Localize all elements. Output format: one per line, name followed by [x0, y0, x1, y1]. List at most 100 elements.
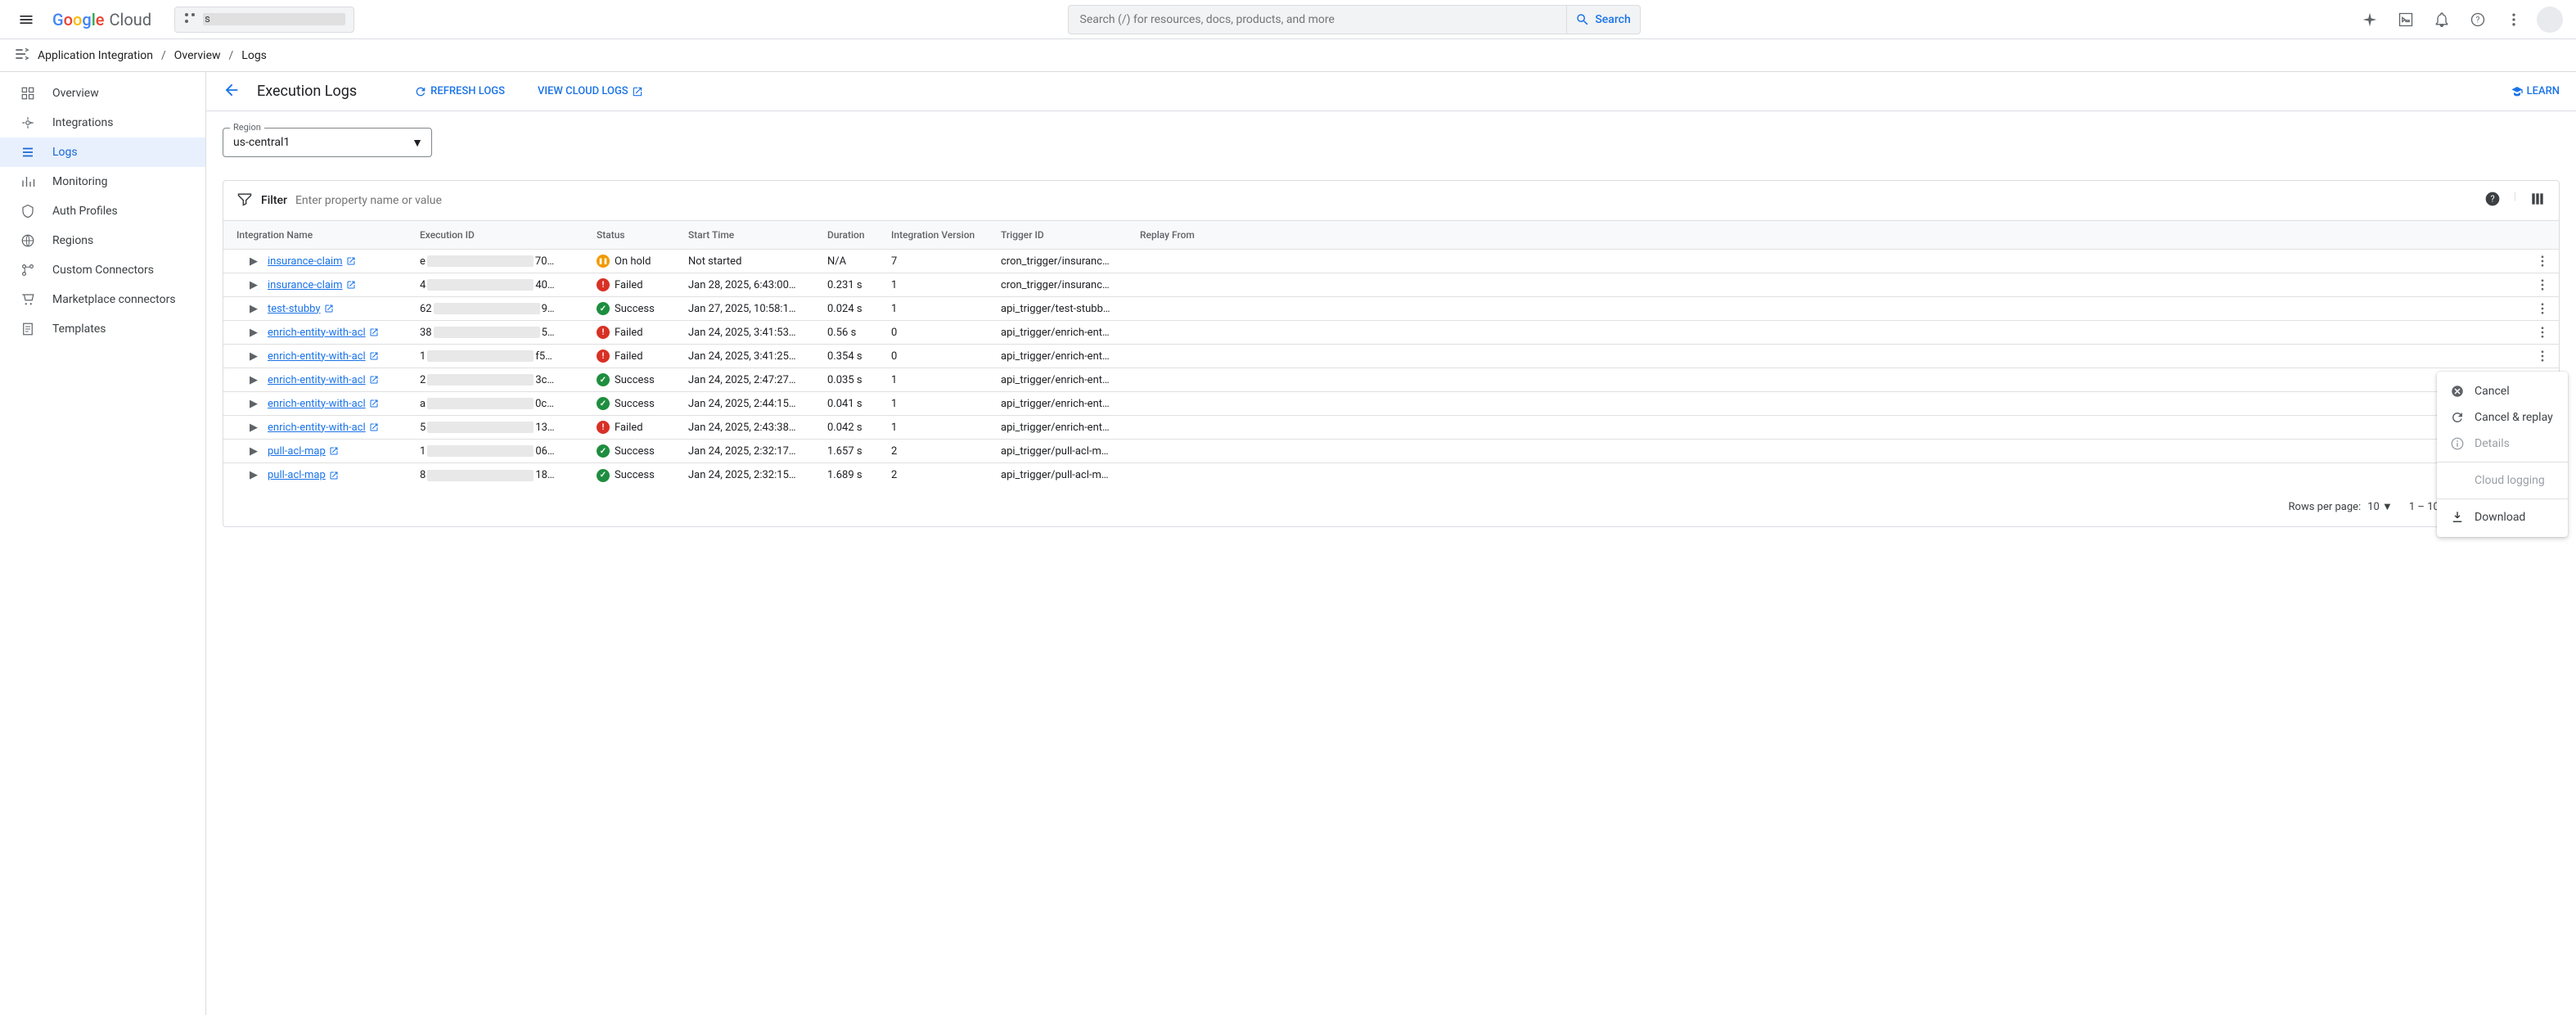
search-input[interactable] — [1069, 13, 1566, 26]
col-header-ver[interactable]: Integration Version — [891, 229, 1001, 241]
row-more-icon[interactable] — [2526, 325, 2559, 340]
sidebar-item-auth[interactable]: Auth Profiles — [0, 196, 205, 226]
logs-table: Filter ? | Integration Name Execution ID… — [223, 180, 2560, 527]
cart-icon — [20, 292, 36, 307]
expand-icon[interactable]: ▶ — [250, 469, 263, 481]
sidebar-item-marketplace[interactable]: Marketplace connectors — [0, 285, 205, 314]
sidebar-item-regions[interactable]: Regions — [0, 226, 205, 255]
col-header-start[interactable]: Start Time — [688, 229, 827, 241]
sidebar-item-monitoring[interactable]: Monitoring — [0, 167, 205, 196]
external-link-icon — [369, 399, 379, 408]
col-header-status[interactable]: Status — [597, 229, 688, 241]
google-cloud-logo[interactable]: Google Cloud — [52, 10, 151, 29]
hamburger-menu-icon[interactable] — [7, 0, 46, 39]
help-icon[interactable]: ? — [2461, 3, 2494, 36]
integration-link[interactable]: enrich-entity-with-acl — [268, 398, 379, 410]
table-row: ▶enrich-entity-with-acl 513…!FailedJan 2… — [223, 416, 2559, 440]
sidebar-item-integrations[interactable]: Integrations — [0, 108, 205, 138]
project-selector[interactable]: s — [174, 7, 354, 33]
avatar[interactable] — [2537, 7, 2563, 33]
external-link-icon — [369, 351, 379, 361]
filter-input[interactable] — [295, 194, 2476, 207]
expand-icon[interactable]: ▶ — [250, 327, 263, 339]
integration-link[interactable]: insurance-claim — [268, 279, 356, 291]
expand-icon[interactable]: ▶ — [250, 445, 263, 458]
pagination: Rows per page: 10 ▼ 1 – 10 of many — [223, 487, 2559, 526]
row-more-icon[interactable] — [2526, 349, 2559, 363]
status-icon: ✓ — [597, 469, 610, 482]
integration-link[interactable]: insurance-claim — [268, 255, 356, 268]
expand-icon[interactable]: ▶ — [250, 255, 263, 268]
breadcrumb-overview[interactable]: Overview — [174, 49, 221, 62]
filter-icon[interactable] — [236, 191, 253, 210]
row-more-icon[interactable] — [2526, 277, 2559, 292]
integration-link[interactable]: enrich-entity-with-acl — [268, 350, 379, 363]
external-link-icon — [369, 327, 379, 337]
trigger-cell: api_trigger/enrich-ent… — [1001, 374, 1140, 386]
gemini-icon[interactable] — [2353, 3, 2386, 36]
integration-link[interactable]: enrich-entity-with-acl — [268, 422, 379, 434]
col-header-dur[interactable]: Duration — [827, 229, 891, 241]
external-link-icon — [632, 86, 643, 97]
status-icon: ! — [597, 350, 610, 363]
expand-icon[interactable]: ▶ — [250, 374, 263, 386]
integration-link[interactable]: enrich-entity-with-acl — [268, 374, 379, 386]
more-vert-icon[interactable] — [2497, 3, 2530, 36]
status-icon: ✓ — [597, 302, 610, 315]
start-time-cell: Jan 24, 2025, 2:43:38… — [688, 422, 827, 434]
external-link-icon — [329, 471, 339, 480]
row-more-icon[interactable] — [2526, 254, 2559, 268]
duration-cell: 0.231 s — [827, 279, 891, 291]
expand-icon[interactable]: ▶ — [250, 350, 263, 363]
col-header-trig[interactable]: Trigger ID — [1001, 229, 1140, 241]
start-time-cell: Jan 27, 2025, 10:58:1… — [688, 303, 827, 315]
col-header-name[interactable]: Integration Name — [223, 229, 420, 241]
rpp-select[interactable]: 10 ▼ — [2367, 500, 2393, 513]
start-time-cell: Jan 28, 2025, 6:43:00… — [688, 279, 827, 291]
table-row: ▶insurance-claim 440…!FailedJan 28, 2025… — [223, 273, 2559, 297]
integration-link[interactable]: enrich-entity-with-acl — [268, 327, 379, 339]
download-icon — [2450, 510, 2465, 525]
integration-link[interactable]: test-stubby — [268, 303, 334, 315]
notifications-icon[interactable] — [2425, 3, 2458, 36]
trigger-cell: api_trigger/pull-acl-m… — [1001, 469, 1140, 481]
expand-icon[interactable]: ▶ — [250, 303, 263, 315]
col-header-replay[interactable]: Replay From — [1140, 229, 2526, 241]
sidebar-item-overview[interactable]: Overview — [0, 79, 205, 108]
cloud-shell-icon[interactable] — [2389, 3, 2422, 36]
learn-button[interactable]: LEARN — [2511, 85, 2560, 98]
region-select[interactable]: Region us-central1 ▼ — [223, 128, 432, 157]
learn-label: LEARN — [2527, 85, 2560, 97]
row-more-icon[interactable] — [2526, 301, 2559, 316]
trigger-cell: api_trigger/enrich-ent… — [1001, 398, 1140, 410]
view-cloud-logs-button[interactable]: VIEW CLOUD LOGS — [538, 85, 643, 97]
status-icon: ! — [597, 421, 610, 434]
menu-cancel-replay[interactable]: Cancel & replay — [2437, 404, 2568, 431]
expand-icon[interactable]: ▶ — [250, 279, 263, 291]
table-header: Integration Name Execution ID Status Sta… — [223, 220, 2559, 250]
back-arrow-icon[interactable] — [223, 81, 241, 102]
menu-download[interactable]: Download — [2437, 504, 2568, 530]
rpp-label: Rows per page: — [2289, 501, 2362, 513]
expand-icon[interactable]: ▶ — [250, 398, 263, 410]
sidebar-item-logs[interactable]: Logs — [0, 138, 205, 167]
execution-id-cell: 629… — [420, 303, 597, 315]
refresh-logs-button[interactable]: REFRESH LOGS — [414, 85, 505, 98]
menu-cancel[interactable]: Cancel — [2437, 378, 2568, 404]
integration-link[interactable]: pull-acl-map — [268, 469, 339, 481]
status-cell: !Failed — [597, 421, 688, 434]
status-cell: !Failed — [597, 350, 688, 363]
integration-link[interactable]: pull-acl-map — [268, 445, 339, 458]
sidebar-item-templates[interactable]: Templates — [0, 314, 205, 344]
sidebar-item-custom-connectors[interactable]: Custom Connectors — [0, 255, 205, 285]
filter-row: Filter ? | — [223, 181, 2559, 220]
expand-icon[interactable]: ▶ — [250, 422, 263, 434]
filter-help-icon[interactable]: ? — [2484, 191, 2501, 210]
execution-id-cell: e70… — [420, 255, 597, 268]
sidebar-item-label: Integrations — [52, 116, 113, 129]
breadcrumb-product[interactable]: Application Integration — [38, 49, 153, 62]
search-button[interactable]: Search — [1566, 6, 1640, 34]
columns-icon[interactable] — [2529, 191, 2546, 210]
col-header-exec[interactable]: Execution ID — [420, 229, 597, 241]
status-icon: ! — [597, 278, 610, 291]
